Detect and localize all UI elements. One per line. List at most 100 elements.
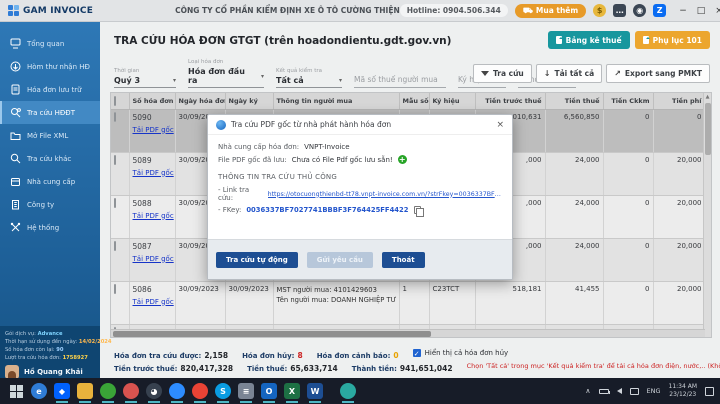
excel-icon[interactable]: X bbox=[284, 383, 300, 399]
sidebar-item[interactable]: Mở File XML bbox=[0, 124, 100, 147]
dropbox-icon[interactable]: ◆ bbox=[54, 383, 70, 399]
row-checkbox-cell bbox=[111, 109, 129, 152]
fkey-value: 0036337BF7027741BBBF3F764425FF4422 bbox=[246, 206, 408, 214]
pre-tax-total-value: 820,417,328 bbox=[180, 364, 233, 373]
sidebar-item[interactable]: Tra cứu HĐĐT bbox=[0, 101, 100, 124]
buy-more-button[interactable]: ⛟Mua thêm bbox=[515, 4, 586, 18]
pre-tax-cell: 518,181 bbox=[475, 281, 545, 324]
column-header[interactable]: Tiền thuế bbox=[545, 93, 603, 109]
sidebar-item[interactable]: Tổng quan bbox=[0, 32, 100, 55]
chat-icon[interactable]: … bbox=[613, 4, 626, 17]
tax-cell: 24,000 bbox=[545, 152, 603, 195]
column-header[interactable]: Ngày hóa đơn bbox=[175, 93, 225, 109]
fkey-label: - FKey: bbox=[218, 206, 241, 214]
battery-icon[interactable] bbox=[599, 389, 609, 394]
recorder-icon[interactable] bbox=[100, 383, 116, 399]
auto-lookup-button[interactable]: Tra cứu tự động bbox=[216, 252, 298, 268]
horizontal-scrollbar[interactable] bbox=[111, 329, 705, 337]
tax-cell: 24,000 bbox=[545, 238, 603, 281]
add-icon[interactable]: + bbox=[398, 155, 407, 164]
download-pdf-link[interactable]: Tải PDF gốc bbox=[133, 169, 172, 177]
skype-icon[interactable]: S bbox=[215, 383, 231, 399]
column-header[interactable]: Tiền trước thuế bbox=[475, 93, 545, 109]
windows-start-button[interactable] bbox=[8, 383, 24, 399]
invoice-number: 5089 bbox=[133, 156, 172, 165]
sidebar-item-label: Tổng quan bbox=[27, 40, 64, 48]
sidebar-item[interactable]: Hóa đơn lưu trữ bbox=[0, 78, 100, 101]
zalo-icon[interactable]: Z bbox=[653, 4, 666, 17]
file-explorer-icon[interactable] bbox=[77, 383, 93, 399]
invoice-number: 5087 bbox=[133, 242, 172, 251]
sidebar-item[interactable]: Công ty bbox=[0, 193, 100, 216]
tax-sheet-button[interactable]: Bảng kê thuế bbox=[548, 31, 630, 49]
sidebar-item[interactable]: Hòm thư nhận HĐ bbox=[0, 55, 100, 78]
lookup-link[interactable]: https://otocuongthienbd-tt78.vnpt-invoic… bbox=[268, 191, 502, 198]
exit-button[interactable]: Thoát bbox=[382, 252, 425, 268]
row-checkbox[interactable] bbox=[114, 112, 116, 122]
column-header[interactable]: Tiền Ckkm bbox=[603, 93, 653, 109]
edge-browser-icon[interactable]: e bbox=[31, 383, 47, 399]
close-button[interactable]: × bbox=[715, 6, 720, 16]
page-title: TRA CỨU HÓA ĐƠN GTGT (trên hoadondientu.… bbox=[114, 35, 451, 47]
download-pdf-link[interactable]: Tải PDF gốc bbox=[133, 298, 172, 306]
chrome-icon[interactable] bbox=[192, 383, 208, 399]
gam-app-icon[interactable] bbox=[340, 383, 356, 399]
download-pdf-link[interactable]: Tải PDF gốc bbox=[133, 126, 172, 134]
maximize-button[interactable]: □ bbox=[697, 6, 706, 16]
export-icon: ↗ bbox=[614, 69, 621, 78]
volume-icon[interactable] bbox=[617, 388, 622, 394]
clock[interactable]: 11:34 AM 23/12/23 bbox=[669, 383, 697, 399]
invoice-number-cell: 5086 Tải PDF gốc bbox=[129, 281, 175, 324]
database-icon[interactable]: ≡ bbox=[238, 383, 254, 399]
column-header[interactable]: Số hóa đơn bbox=[129, 93, 175, 109]
column-header[interactable]: Thông tin người mua bbox=[273, 93, 399, 109]
download-pdf-link[interactable]: Tải PDF gốc bbox=[133, 255, 172, 263]
tray-expand-icon[interactable]: ∧ bbox=[585, 387, 590, 395]
language-indicator[interactable]: ENG bbox=[647, 387, 661, 395]
row-checkbox[interactable] bbox=[114, 241, 116, 251]
select-all-checkbox[interactable] bbox=[114, 96, 116, 106]
time-period-select[interactable]: Quý 3▾ bbox=[114, 76, 176, 88]
table-row[interactable]: 5086Tải PDF gốc30/09/202330/09/2023MST n… bbox=[111, 281, 705, 324]
row-checkbox-cell bbox=[111, 152, 129, 195]
dialog-title: Tra cứu PDF gốc từ nhà phát hành hóa đơn bbox=[231, 120, 391, 129]
pie-chart-icon[interactable]: ◕ bbox=[146, 383, 162, 399]
column-header[interactable]: Ký hiệu bbox=[429, 93, 475, 109]
copy-icon[interactable] bbox=[414, 206, 421, 214]
fee-cell: 20,000 bbox=[653, 152, 705, 195]
minimize-button[interactable]: − bbox=[679, 6, 687, 16]
discount-cell: 0 bbox=[603, 109, 653, 152]
row-checkbox[interactable] bbox=[114, 155, 116, 165]
download-pdf-link[interactable]: Tải PDF gốc bbox=[133, 212, 172, 220]
search-button[interactable]: Tra cứu bbox=[473, 64, 532, 83]
buyer-tax-code-input[interactable] bbox=[354, 75, 446, 88]
sidebar-item[interactable]: Nhà cung cấp bbox=[0, 170, 100, 193]
sidebar-item[interactable]: Hệ thống bbox=[0, 216, 100, 239]
remaining-value: 90 bbox=[56, 347, 63, 353]
check-result-select[interactable]: Tất cả▾ bbox=[276, 76, 342, 88]
appendix-101-button[interactable]: Phụ lục 101 bbox=[635, 31, 710, 49]
sidebar-item[interactable]: Tra cứu khác bbox=[0, 147, 100, 170]
notification-center-icon[interactable] bbox=[705, 387, 714, 396]
network-icon[interactable] bbox=[630, 388, 639, 395]
word-icon[interactable]: W bbox=[307, 383, 323, 399]
dialog-close-icon[interactable]: × bbox=[496, 120, 504, 130]
title-bar: GAM INVOICE CÔNG TY CỔ PHẦN KIỂM ĐỊNH XE… bbox=[0, 0, 720, 22]
money-icon[interactable]: $ bbox=[593, 4, 606, 17]
outlook-icon[interactable]: O bbox=[261, 383, 277, 399]
invoice-number: 5086 bbox=[133, 285, 172, 294]
row-checkbox[interactable] bbox=[114, 284, 116, 294]
zoom-icon[interactable] bbox=[169, 383, 185, 399]
sidebar-item-label: Hóa đơn lưu trữ bbox=[27, 86, 82, 94]
vertical-scrollbar[interactable]: ▲ bbox=[703, 93, 711, 337]
column-header[interactable]: Tiền phí bbox=[653, 93, 705, 109]
supplier-icon bbox=[9, 176, 21, 188]
photos-icon[interactable] bbox=[123, 383, 139, 399]
export-pmkt-button[interactable]: ↗Export sang PMKT bbox=[606, 64, 710, 83]
column-header[interactable]: Mẫu số bbox=[399, 93, 429, 109]
download-all-button[interactable]: ↓Tải tất cả bbox=[536, 64, 602, 83]
row-checkbox[interactable] bbox=[114, 198, 116, 208]
column-header[interactable]: Ngày ký bbox=[225, 93, 273, 109]
support-icon[interactable]: ◉ bbox=[633, 4, 646, 17]
invoice-type-select[interactable]: Hóa đơn đầu ra▾ bbox=[188, 67, 264, 88]
